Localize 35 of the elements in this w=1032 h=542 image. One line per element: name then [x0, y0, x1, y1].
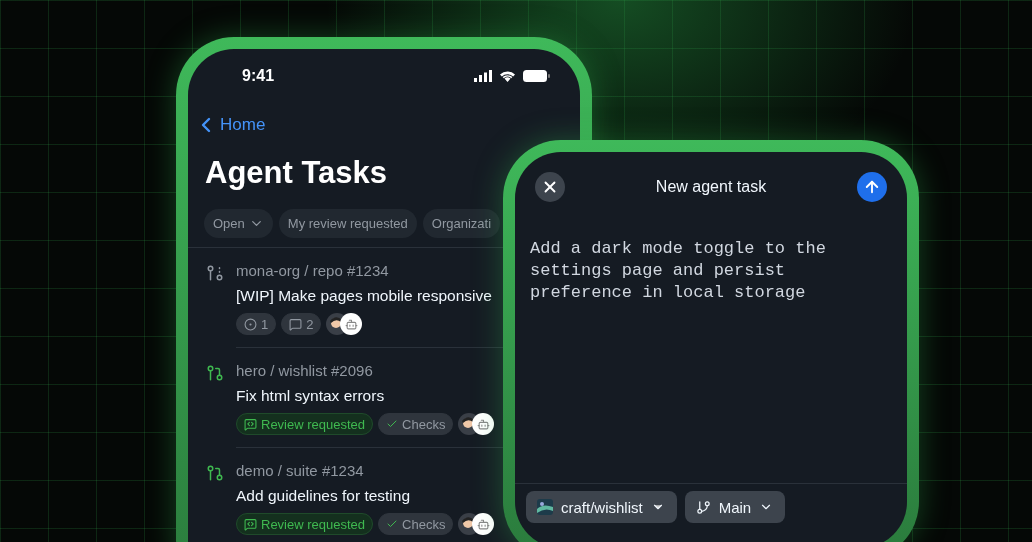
comment-count-badge: 2 — [281, 313, 322, 335]
send-button[interactable] — [857, 172, 887, 202]
task-title: Add guidelines for testing — [236, 487, 411, 505]
repo-icon — [537, 499, 553, 515]
battery-icon — [523, 70, 550, 82]
checks-badge: Checks — [378, 513, 454, 535]
bot-icon — [340, 313, 363, 335]
task-input-field[interactable]: Add a dark mode toggle to the settings page and persist preference in local storage — [530, 238, 860, 304]
close-button[interactable] — [535, 172, 565, 202]
bot-icon — [472, 413, 495, 435]
task-title: Fix html syntax errors — [236, 387, 385, 405]
signal-icon — [474, 70, 492, 82]
issue-count-badge: 1 — [236, 313, 277, 335]
wifi-icon — [499, 70, 516, 82]
back-link[interactable]: Home — [194, 113, 266, 137]
dialog-title: New agent task — [655, 178, 767, 196]
status-time: 9:41 — [242, 67, 275, 85]
repo-name: demo / suite #1234 — [236, 462, 364, 479]
checks-badge: Checks — [378, 413, 454, 435]
review-requested-badge: Review requested — [236, 413, 374, 435]
repo-name: mona-org / repo #1234 — [236, 262, 389, 279]
repository-selector[interactable]: craft/wishlist — [526, 491, 677, 523]
filter-chip[interactable]: My review requested — [278, 209, 417, 238]
review-requested-badge: Review requested — [236, 513, 374, 535]
branch-selector[interactable]: Main — [684, 491, 786, 523]
page-title: Agent Tasks — [205, 155, 388, 191]
filter-chip[interactable]: Open — [204, 209, 273, 238]
pull-request-icon — [206, 464, 224, 482]
draft-pull-request-icon — [206, 264, 224, 282]
task-title: [WIP] Make pages mobile responsive — [236, 287, 492, 305]
branch-icon — [695, 499, 711, 515]
bot-icon — [472, 513, 495, 535]
repo-name: hero / wishlist #2096 — [236, 362, 373, 379]
filter-chip[interactable]: Organizati — [422, 209, 500, 238]
pull-request-icon — [206, 364, 224, 382]
